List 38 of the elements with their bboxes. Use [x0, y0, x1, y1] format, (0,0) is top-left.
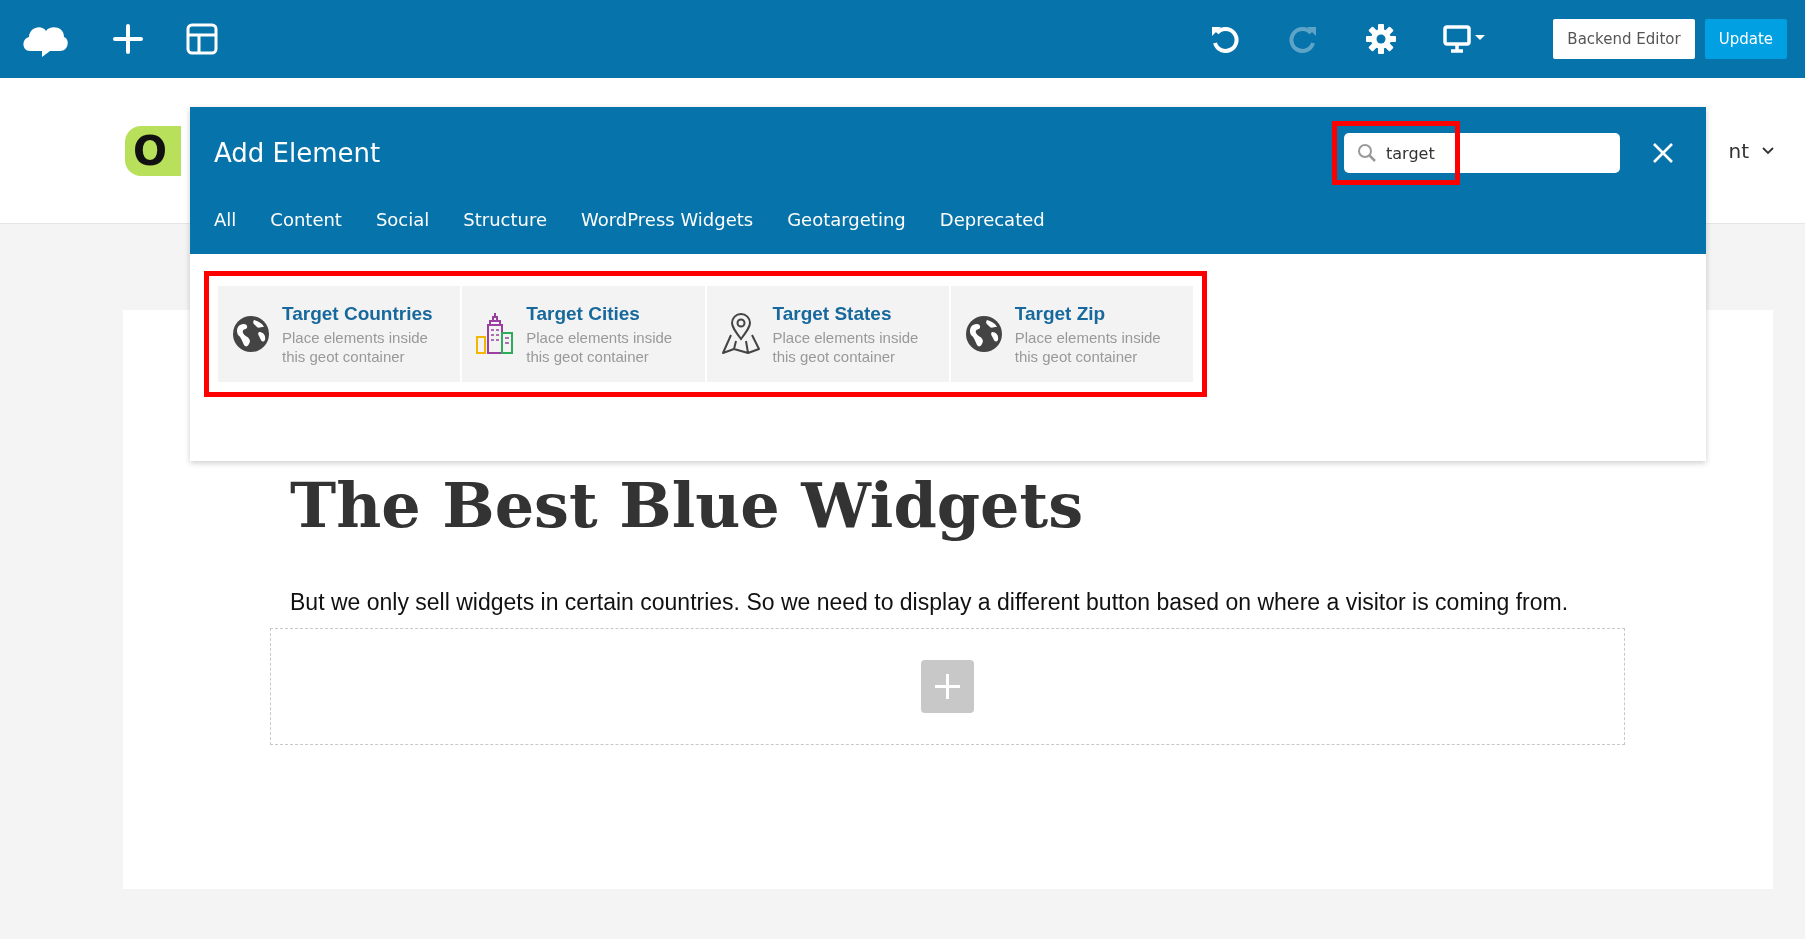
element-description: Place elements inside this geot container: [526, 327, 674, 366]
paragraph: But we only sell widgets in certain countries. So we need to display a different button based on where a visitor is coming from.: [290, 589, 1569, 616]
element-card[interactable]: Target Countries Place elements inside this geot container: [218, 286, 461, 382]
element-title: Target Countries: [282, 302, 433, 325]
category-tab[interactable]: Structure: [451, 199, 560, 245]
settings-icon[interactable]: [1365, 23, 1398, 55]
category-tab[interactable]: Content: [258, 199, 354, 245]
globe-icon: [964, 315, 1003, 353]
monitor-dropdown-icon[interactable]: [1443, 23, 1488, 55]
layout-icon[interactable]: [186, 23, 218, 55]
search-icon: [1357, 143, 1377, 163]
element-description: Place elements inside this geot container: [772, 327, 920, 366]
buildings-icon: [476, 313, 515, 355]
close-icon[interactable]: [1652, 142, 1674, 164]
add-icon[interactable]: [112, 23, 144, 55]
element-card[interactable]: Target Zip Place elements inside this geot container: [950, 286, 1193, 382]
toolbar-button[interactable]: Update: [1704, 19, 1787, 59]
search-field[interactable]: target: [1344, 133, 1620, 173]
element-title: Target Zip: [1014, 302, 1107, 325]
category-tab[interactable]: All: [202, 199, 249, 245]
element-card[interactable]: Target Cities Place elements inside this geot container: [462, 286, 705, 382]
category-tab[interactable]: WordPress Widgets: [569, 199, 766, 245]
category-tab[interactable]: Geotargeting: [775, 199, 918, 245]
toolbar-button[interactable]: Backend Editor: [1553, 19, 1695, 59]
site-logo[interactable]: O: [125, 125, 181, 176]
nav-menu-item[interactable]: nt: [1728, 138, 1749, 163]
element-description: Place elements inside this geot container: [282, 327, 429, 366]
element-title: Target Cities: [526, 302, 641, 325]
element-description: Place elements inside this geot container: [1014, 327, 1162, 366]
category-tab[interactable]: Social: [363, 199, 442, 245]
element-card[interactable]: Target States Place elements inside this geot container: [706, 286, 949, 382]
dialog-title: Add Element: [214, 138, 382, 168]
element-title: Target States: [772, 302, 893, 325]
map-pin-icon: [720, 313, 761, 355]
category-tab[interactable]: Deprecated: [927, 199, 1057, 245]
page-heading: The Best Blue Widgets: [290, 468, 1084, 544]
chevron-down-icon[interactable]: [1761, 145, 1775, 156]
globe-icon: [232, 315, 270, 353]
